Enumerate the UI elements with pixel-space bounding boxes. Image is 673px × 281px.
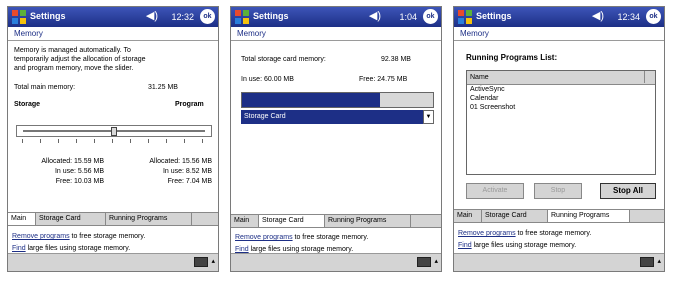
title-bar: Settings ◀) 12:32 ok — [8, 7, 218, 27]
find-link[interactable]: Find — [458, 242, 472, 249]
list-column-header[interactable]: Name — [467, 71, 655, 85]
find-link[interactable]: Find — [235, 246, 249, 253]
program-allocated: Allocated: 15.56 MB — [149, 158, 212, 165]
ok-button[interactable]: ok — [646, 9, 661, 24]
sip-arrow-icon[interactable]: ▴ — [657, 257, 661, 265]
title-bar: Settings ◀) 1:04 ok — [231, 7, 441, 27]
tab-main[interactable]: Main — [8, 213, 36, 225]
command-bar: ▴ — [8, 253, 218, 271]
storage-free: Free: 10.03 MB — [55, 178, 104, 185]
list-scroll-icon[interactable] — [644, 71, 655, 83]
ok-button[interactable]: ok — [423, 9, 438, 24]
storage-card-select[interactable]: Storage Card ▼ — [241, 110, 434, 124]
sip-arrow-icon[interactable]: ▴ — [211, 257, 215, 265]
total-memory-label: Total main memory: — [14, 84, 76, 91]
running-programs-list[interactable]: Name ActiveSync Calendar 01 Screenshot — [466, 70, 656, 175]
total-card-memory-value: 92.38 MB — [381, 56, 411, 63]
list-item[interactable]: Calendar — [467, 94, 655, 103]
command-bar: ▴ — [454, 253, 664, 271]
title-bar: Settings ◀) 12:34 ok — [454, 7, 664, 27]
description-line: and program memory, move the slider. — [14, 65, 134, 72]
remove-programs-link[interactable]: Remove programs — [235, 234, 293, 241]
remove-programs-line: Remove programs to free storage memory. — [458, 229, 591, 238]
find-files-text: large files using storage memory. — [471, 242, 577, 249]
windows-start-icon[interactable] — [234, 9, 250, 25]
tab-running-programs[interactable]: Running Programs — [548, 210, 630, 222]
find-files-text: large files using storage memory. — [248, 246, 354, 253]
remove-programs-text: to free storage memory. — [69, 233, 146, 240]
keyboard-icon[interactable] — [640, 257, 654, 267]
remove-programs-line: Remove programs to free storage memory. — [12, 232, 145, 241]
find-files-line: Find large files using storage memory. — [12, 244, 130, 253]
windows-start-icon[interactable] — [457, 9, 473, 25]
program-free: Free: 7.04 MB — [167, 178, 212, 185]
running-programs-title: Running Programs List: — [466, 53, 558, 62]
card-free: Free: 24.75 MB — [359, 76, 408, 83]
tab-storage-card[interactable]: Storage Card — [259, 215, 325, 227]
keyboard-icon[interactable] — [417, 257, 431, 267]
activate-button[interactable]: Activate — [466, 183, 524, 199]
stop-all-button[interactable]: Stop All — [600, 183, 656, 199]
storage-card-select-value: Storage Card — [244, 113, 286, 120]
memory-running-programs-screen: Settings ◀) 12:34 ok Memory Running Prog… — [453, 6, 665, 272]
windows-start-icon[interactable] — [11, 9, 27, 25]
program-label: Program — [175, 101, 204, 108]
page-title: Memory — [8, 27, 218, 41]
tab-main[interactable]: Main — [231, 215, 259, 227]
speaker-icon[interactable]: ◀) — [369, 9, 381, 22]
speaker-icon[interactable]: ◀) — [146, 9, 158, 22]
app-title: Settings — [476, 11, 512, 21]
stop-button[interactable]: Stop — [534, 183, 582, 199]
find-link[interactable]: Find — [12, 245, 26, 252]
storage-label: Storage — [14, 101, 41, 108]
card-usage-bar — [241, 92, 434, 108]
tab-bar: Main Storage Card Running Programs — [231, 214, 441, 228]
storage-allocated: Allocated: 15.59 MB — [41, 158, 104, 165]
description-line: temporarily adjust the allocation of sto… — [14, 56, 146, 63]
speaker-icon[interactable]: ◀) — [592, 9, 604, 22]
card-in-use: In use: 60.00 MB — [241, 76, 294, 83]
app-title: Settings — [30, 11, 66, 21]
memory-main-screen: Settings ◀) 12:32 ok Memory Memory is ma… — [7, 6, 219, 272]
tab-storage-card[interactable]: Storage Card — [36, 213, 106, 225]
list-item[interactable]: ActiveSync — [467, 85, 655, 94]
tab-storage-card[interactable]: Storage Card — [482, 210, 548, 222]
clock[interactable]: 12:34 — [617, 12, 640, 22]
tab-bar: Main Storage Card Running Programs — [454, 209, 664, 223]
clock[interactable]: 1:04 — [399, 12, 417, 22]
keyboard-icon[interactable] — [194, 257, 208, 267]
total-card-memory-label: Total storage card memory: — [241, 56, 326, 63]
memory-storage-card-screen: Settings ◀) 1:04 ok Memory Total storage… — [230, 6, 442, 272]
remove-programs-link[interactable]: Remove programs — [458, 230, 516, 237]
remove-programs-text: to free storage memory. — [515, 230, 592, 237]
clock[interactable]: 12:32 — [171, 12, 194, 22]
page-title: Memory — [454, 27, 664, 41]
memory-allocation-slider[interactable] — [16, 125, 212, 137]
description-line: Memory is managed automatically. To — [14, 47, 131, 54]
tab-main[interactable]: Main — [454, 210, 482, 222]
total-memory-value: 31.25 MB — [148, 84, 178, 91]
storage-in-use: In use: 5.56 MB — [54, 168, 104, 175]
tab-running-programs[interactable]: Running Programs — [325, 215, 411, 227]
page-title: Memory — [231, 27, 441, 41]
remove-programs-line: Remove programs to free storage memory. — [235, 233, 368, 242]
sip-arrow-icon[interactable]: ▴ — [434, 257, 438, 265]
tab-bar: Main Storage Card Running Programs — [8, 212, 218, 226]
program-in-use: In use: 8.52 MB — [162, 168, 212, 175]
tab-running-programs[interactable]: Running Programs — [106, 213, 192, 225]
app-title: Settings — [253, 11, 289, 21]
remove-programs-link[interactable]: Remove programs — [12, 233, 70, 240]
find-files-line: Find large files using storage memory. — [458, 241, 576, 250]
slider-ticks — [22, 139, 206, 143]
ok-button[interactable]: ok — [200, 9, 215, 24]
chevron-down-icon[interactable]: ▼ — [423, 110, 434, 124]
list-item[interactable]: 01 Screenshot — [467, 103, 655, 112]
command-bar: ▴ — [231, 253, 441, 271]
find-files-text: large files using storage memory. — [25, 245, 131, 252]
card-usage-bar-fill — [242, 93, 380, 107]
slider-thumb[interactable] — [111, 127, 117, 136]
remove-programs-text: to free storage memory. — [292, 234, 369, 241]
column-name-label: Name — [470, 74, 489, 81]
